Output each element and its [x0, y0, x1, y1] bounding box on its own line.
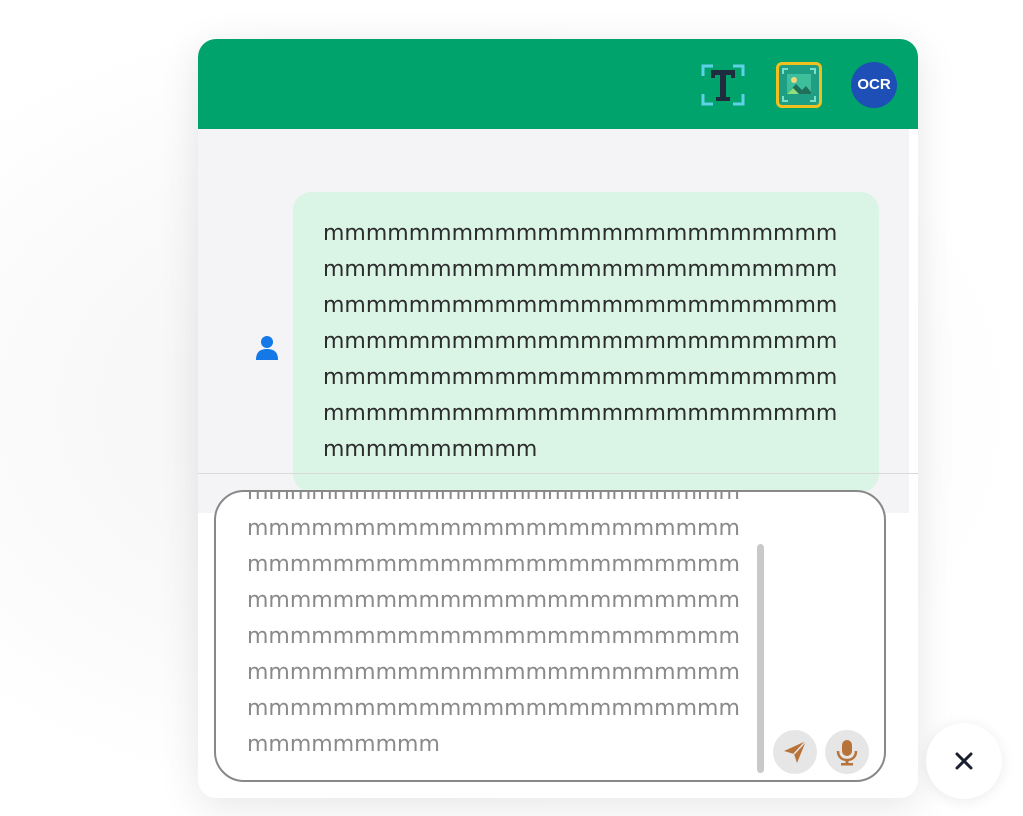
- chat-window: OCR mmmmmmmmmmmmmmmmmmmmmmmmmmmmmmmmmmmm…: [198, 39, 918, 798]
- close-icon: [955, 752, 973, 770]
- ocr-button[interactable]: OCR: [851, 62, 897, 108]
- composer-scrollbar[interactable]: [757, 544, 764, 773]
- message-input[interactable]: mmmmmmmmmmmmmmmmmmmmmmmmmmmmmmmmmmmmmmmm…: [247, 492, 749, 763]
- microphone-icon: [836, 740, 858, 766]
- ocr-icon: OCR: [851, 62, 897, 108]
- close-chat-button[interactable]: [926, 723, 1002, 799]
- chat-header: OCR: [198, 39, 918, 129]
- message-composer[interactable]: mmmmmmmmmmmmmmmmmmmmmmmmmmmmmmmmmmmmmmmm…: [214, 490, 886, 782]
- microphone-button[interactable]: [825, 730, 869, 774]
- message-list-scroll-track: [909, 129, 918, 513]
- text-recognition-button[interactable]: [700, 62, 746, 108]
- image-recognition-icon: [776, 62, 822, 108]
- message-list[interactable]: mmmmmmmmmmmmmmmmmmmmmmmmmmmmmmmmmmmmmmmm…: [198, 129, 918, 513]
- send-button[interactable]: [773, 730, 817, 774]
- user-message-bubble: mmmmmmmmmmmmmmmmmmmmmmmmmmmmmmmmmmmmmmmm…: [293, 192, 879, 492]
- paper-plane-icon: [784, 740, 807, 763]
- image-recognition-button[interactable]: [776, 62, 822, 108]
- composer-divider: [198, 473, 918, 474]
- user-icon: [256, 336, 278, 360]
- user-message-text: mmmmmmmmmmmmmmmmmmmmmmmmmmmmmmmmmmmmmmmm…: [323, 221, 838, 462]
- text-recognition-icon: [701, 64, 745, 106]
